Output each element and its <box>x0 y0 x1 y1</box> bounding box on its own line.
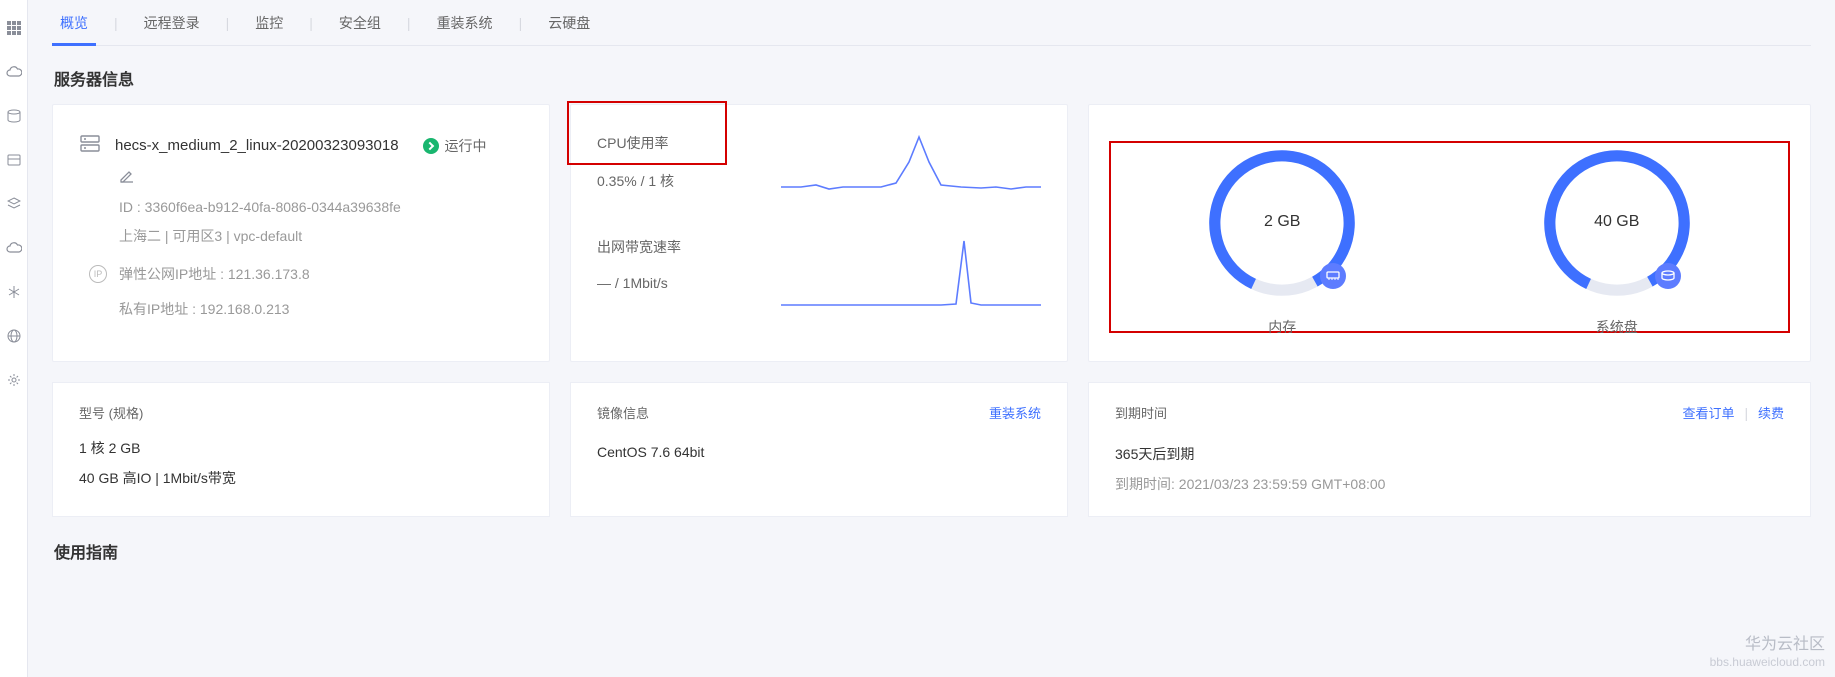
status-running-icon <box>423 138 439 154</box>
ip-badge-icon: IP <box>89 265 107 283</box>
server-summary-card: hecs-x_medium_2_linux-20200323093018 运行中… <box>52 104 550 362</box>
cpu-sparkline <box>781 127 1041 207</box>
server-icon <box>79 133 101 158</box>
tab-security[interactable]: 安全组 <box>331 0 389 45</box>
server-private-ip: 私有IP地址 : 192.168.0.213 <box>119 295 523 324</box>
tab-disk[interactable]: 云硬盘 <box>540 0 598 45</box>
gear-icon[interactable] <box>6 372 22 388</box>
metrics-card: CPU使用率 0.35% / 1 核 出网带宽速率 — / 1Mbit/s <box>570 104 1068 362</box>
cloud2-icon[interactable] <box>6 240 22 256</box>
layers-icon[interactable] <box>6 196 22 212</box>
expiry-value: 365天后到期 <box>1115 444 1784 464</box>
section-usage-guide: 使用指南 <box>54 539 1811 563</box>
server-region: 上海二 | 可用区3 | vpc-default <box>119 222 523 251</box>
server-name: hecs-x_medium_2_linux-20200323093018 <box>115 137 399 154</box>
database-icon[interactable] <box>6 108 22 124</box>
disk-icon <box>1655 263 1681 289</box>
net-sparkline <box>781 231 1041 311</box>
tab-remote[interactable]: 远程登录 <box>136 0 208 45</box>
disk-value: 40 GB <box>1537 213 1697 231</box>
memory-value: 2 GB <box>1202 213 1362 231</box>
expiry-card: 到期时间 查看订单 | 续费 365天后到期 到期时间: 2021/03/23 … <box>1088 382 1811 517</box>
watermark: 华为云社区 bbs.huaweicloud.com <box>1710 635 1825 671</box>
image-title: 镜像信息 <box>597 403 649 422</box>
tabs: 概览 | 远程登录 | 监控 | 安全组 | 重装系统 | 云硬盘 <box>52 0 1811 46</box>
storage-icon[interactable] <box>6 152 22 168</box>
expiry-detail: 到期时间: 2021/03/23 23:59:59 GMT+08:00 <box>1115 474 1784 494</box>
tab-reinstall[interactable]: 重装系统 <box>429 0 501 45</box>
disk-gauge: 40 GB 系统盘 <box>1537 143 1697 337</box>
tab-monitor[interactable]: 监控 <box>247 0 291 45</box>
spec-disk-bw: 40 GB 高IO | 1Mbit/s带宽 <box>79 468 523 488</box>
server-eip: 弹性公网IP地址 : 121.36.173.8 <box>119 260 310 289</box>
image-value: CentOS 7.6 64bit <box>597 444 1041 460</box>
spec-card: 型号 (规格) 1 核 2 GB 40 GB 高IO | 1Mbit/s带宽 <box>52 382 550 517</box>
section-server-info: 服务器信息 <box>54 66 1811 90</box>
expiry-title: 到期时间 <box>1115 403 1167 422</box>
left-icon-rail <box>0 0 28 677</box>
cloud-icon[interactable] <box>6 64 22 80</box>
status-badge: 运行中 <box>423 136 487 156</box>
server-id: ID : 3360f6ea-b912-40fa-8086-0344a39638f… <box>119 193 523 222</box>
edit-icon[interactable] <box>119 168 523 187</box>
globe-icon[interactable] <box>6 328 22 344</box>
network-icon[interactable] <box>6 284 22 300</box>
disk-label: 系统盘 <box>1596 317 1638 337</box>
spec-cpu-mem: 1 核 2 GB <box>79 438 523 458</box>
spec-title: 型号 (规格) <box>79 403 523 422</box>
reinstall-link[interactable]: 重装系统 <box>989 403 1041 422</box>
grid-icon[interactable] <box>6 20 22 36</box>
renew-link[interactable]: 续费 <box>1758 406 1784 421</box>
view-order-link[interactable]: 查看订单 <box>1683 406 1735 421</box>
tab-overview[interactable]: 概览 <box>52 0 96 45</box>
memory-label: 内存 <box>1268 317 1296 337</box>
memory-gauge: 2 GB 内存 <box>1202 143 1362 337</box>
image-card: 镜像信息 重装系统 CentOS 7.6 64bit <box>570 382 1068 517</box>
gauges-card: 2 GB 内存 40 GB <box>1088 104 1811 362</box>
status-text: 运行中 <box>445 136 487 156</box>
